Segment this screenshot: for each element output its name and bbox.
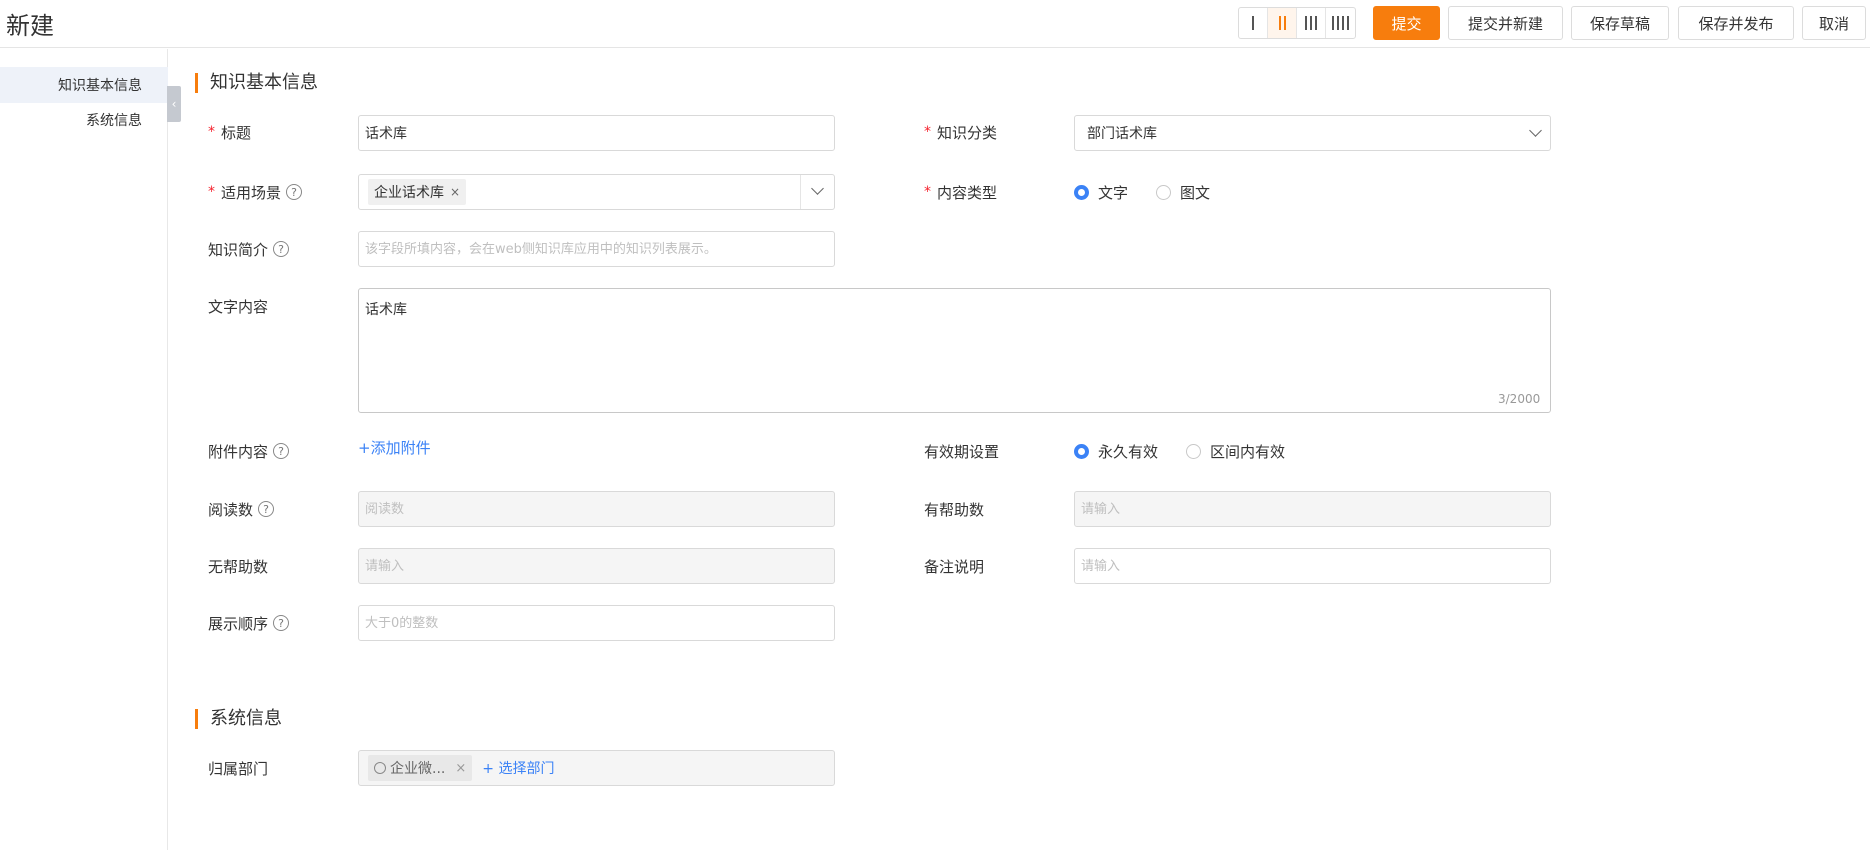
save-and-publish-button[interactable]: 保存并发布 — [1678, 6, 1794, 40]
required-mark: * — [924, 184, 931, 200]
nav-item-basic-info[interactable]: 知识基本信息 — [0, 67, 168, 103]
left-anchor-nav: 知识基本信息 系统信息 — [0, 49, 168, 850]
dept-tag: 企业微... × — [368, 755, 473, 781]
category-selected-value: 部门话术库 — [1087, 126, 1157, 142]
section-title-system: 系统信息 — [195, 709, 282, 729]
two-column-option[interactable] — [1268, 8, 1297, 38]
help-icon[interactable]: ? — [273, 241, 290, 257]
required-mark: * — [208, 184, 215, 200]
order-input[interactable] — [358, 605, 835, 641]
remark-input[interactable] — [1074, 548, 1551, 584]
dept-selector: 企业微... × + 选择部门 — [358, 750, 835, 786]
reads-label: 阅读数? — [208, 499, 275, 519]
radio-unchecked[interactable] — [1186, 444, 1202, 459]
category-select[interactable]: 部门话术库 — [1074, 115, 1551, 151]
help-icon[interactable]: ? — [273, 443, 290, 459]
scene-label: * 适用场景? — [208, 182, 303, 202]
intro-input[interactable] — [358, 231, 835, 267]
help-icon[interactable]: ? — [286, 184, 303, 200]
remove-tag-icon[interactable]: × — [450, 185, 460, 199]
required-mark: * — [924, 124, 931, 140]
add-attachment-link[interactable]: +添加附件 — [358, 437, 431, 458]
char-counter: 3/2000 — [1498, 392, 1541, 406]
save-draft-button[interactable]: 保存草稿 — [1571, 6, 1669, 40]
validity-option-range[interactable]: 区间内有效 — [1186, 441, 1285, 462]
submit-button[interactable]: 提交 — [1373, 6, 1440, 40]
chevron-down-icon — [811, 182, 824, 195]
org-icon — [374, 762, 386, 774]
order-label: 展示顺序? — [208, 613, 290, 633]
cancel-button[interactable]: 取消 — [1802, 6, 1866, 40]
nav-collapse-handle[interactable]: ‹ — [167, 86, 181, 122]
category-label: * 知识分类 — [924, 123, 998, 142]
one-bar-icon — [1252, 16, 1254, 30]
help-icon[interactable]: ? — [273, 615, 290, 631]
content-type-label: * 内容类型 — [924, 183, 998, 202]
remark-label: 备注说明 — [924, 557, 985, 576]
attachment-label: 附件内容? — [208, 441, 290, 461]
section-title-basic: 知识基本信息 — [195, 73, 318, 93]
help-icon[interactable]: ? — [258, 501, 275, 517]
submit-and-new-button[interactable]: 提交并新建 — [1448, 6, 1563, 40]
reads-input — [358, 491, 835, 527]
chevron-down-icon — [1529, 124, 1542, 137]
validity-option-permanent[interactable]: 永久有效 — [1074, 441, 1158, 462]
three-column-option[interactable] — [1297, 8, 1326, 38]
page-header: 新建 提交 提交并新建 保存草稿 保存并发布 取消 — [0, 0, 1870, 48]
four-column-option[interactable] — [1326, 8, 1355, 38]
three-bars-icon — [1305, 16, 1317, 30]
text-content-textarea[interactable]: 话术库 — [358, 288, 1551, 413]
radio-unchecked[interactable] — [1156, 185, 1172, 200]
helpful-label: 有帮助数 — [924, 500, 985, 519]
two-bars-icon — [1278, 16, 1286, 30]
four-bars-icon — [1332, 16, 1349, 30]
scene-multiselect[interactable]: 企业话术库 × — [358, 174, 835, 210]
radio-checked[interactable] — [1074, 444, 1089, 459]
unhelpful-input — [358, 548, 835, 584]
nav-item-system-info[interactable]: 系统信息 — [0, 102, 168, 138]
intro-label: 知识简介? — [208, 239, 290, 259]
unhelpful-label: 无帮助数 — [208, 557, 269, 576]
radio-checked[interactable] — [1074, 185, 1089, 200]
helpful-input — [1074, 491, 1551, 527]
title-input[interactable] — [358, 115, 835, 151]
page-title: 新建 — [6, 12, 54, 40]
title-field-label: * 标题 — [208, 123, 252, 142]
content-type-option-text[interactable]: 文字 — [1074, 182, 1128, 203]
chevron-left-icon: ‹ — [171, 97, 177, 111]
remove-tag-icon[interactable]: × — [455, 761, 466, 776]
validity-label: 有效期设置 — [924, 442, 1000, 461]
content-type-option-rich[interactable]: 图文 — [1156, 182, 1210, 203]
content-type-radio-group: 文字 图文 — [1074, 182, 1238, 203]
dept-label: 归属部门 — [208, 759, 269, 778]
one-column-option[interactable] — [1239, 8, 1268, 38]
choose-dept-link[interactable]: + 选择部门 — [482, 758, 554, 778]
dropdown-toggle[interactable] — [800, 175, 834, 209]
column-layout-switch — [1238, 7, 1356, 39]
validity-radio-group: 永久有效 区间内有效 — [1074, 441, 1313, 462]
text-content-label: 文字内容 — [208, 297, 269, 316]
required-mark: * — [208, 124, 215, 140]
scene-tag: 企业话术库 × — [368, 179, 467, 205]
